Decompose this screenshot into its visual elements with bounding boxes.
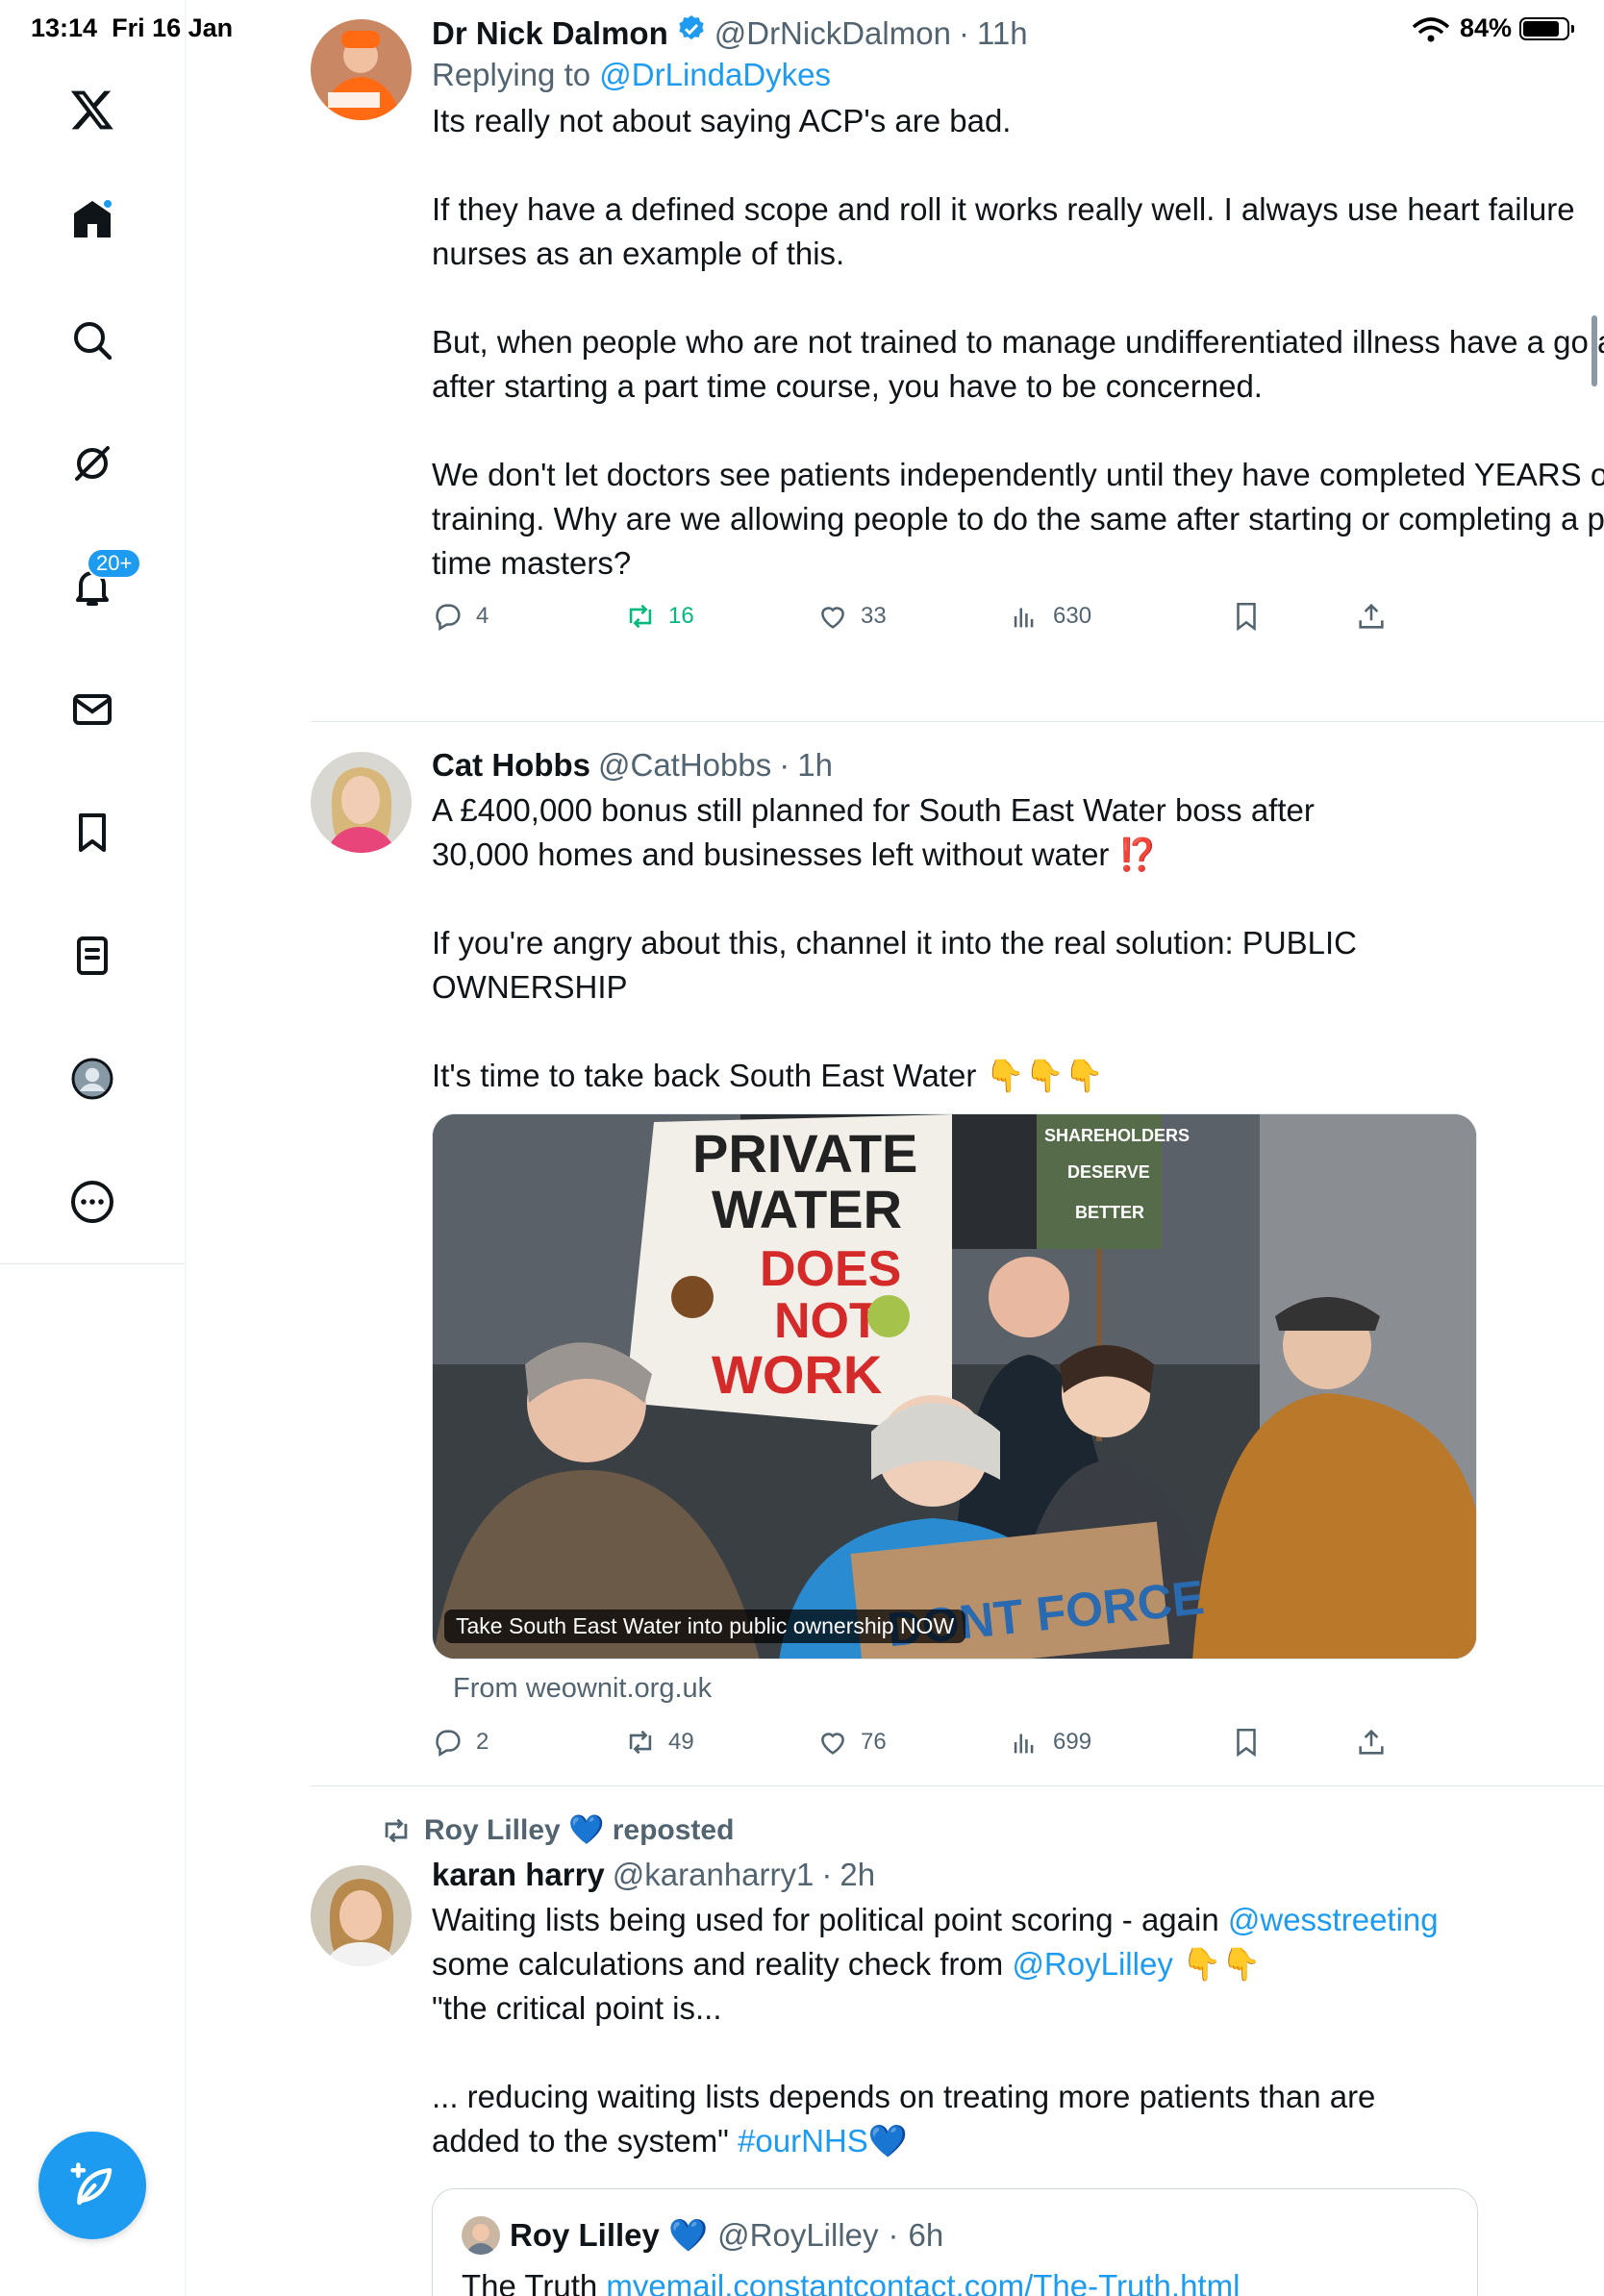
tweet-header: Cat Hobbs @CatHobbs · 1h — [432, 746, 833, 785]
svg-text:WATER: WATER — [712, 1179, 902, 1239]
bookmark-icon — [1237, 602, 1256, 632]
unread-dot — [102, 198, 113, 210]
share-icon — [1359, 1729, 1384, 1755]
bookmark-button[interactable] — [1230, 1726, 1355, 1759]
reply-button[interactable]: 4 — [432, 600, 624, 633]
author-handle[interactable]: @CatHobbs — [598, 746, 771, 785]
x-logo-icon[interactable] — [62, 79, 123, 140]
nav-home[interactable] — [62, 188, 123, 250]
tweet-text: Waiting lists being used for political p… — [432, 1902, 1439, 2159]
like-button[interactable]: 33 — [816, 600, 1009, 633]
views-chart-icon — [1014, 1734, 1034, 1754]
bookmark-icon — [79, 813, 106, 852]
notifications-badge: 20+ — [87, 548, 142, 579]
profile-avatar-icon — [71, 1058, 113, 1100]
replying-to-link[interactable]: @DrLindaDykes — [599, 57, 831, 92]
svg-text:DESERVE: DESERVE — [1067, 1162, 1150, 1182]
media-source-link[interactable]: From weownit.org.uk — [453, 1669, 1604, 1708]
media-caption: Take South East Water into public owners… — [444, 1610, 966, 1643]
quoted-text: The Truth myemail.constantcontact.com/Th… — [462, 2268, 1477, 2296]
quoted-avatar — [462, 2216, 500, 2255]
compose-button[interactable] — [38, 2132, 146, 2239]
views-button[interactable]: 630 — [1009, 600, 1201, 633]
avatar[interactable] — [311, 1865, 412, 1966]
list-icon — [77, 936, 108, 975]
tweet-text: Its really not about saying ACP's are ba… — [432, 103, 1604, 581]
avatar[interactable] — [311, 752, 412, 853]
nav-messages[interactable] — [62, 679, 123, 740]
avatar[interactable] — [311, 19, 412, 120]
nav-profile[interactable] — [62, 1048, 123, 1110]
quoted-tweet[interactable]: Roy Lilley 💙 @RoyLilley · 6h The Truth m… — [432, 2188, 1478, 2296]
bookmark-icon — [1237, 1728, 1256, 1758]
tweet-header: karan harry @karanharry1 · 2h — [432, 1856, 876, 1894]
like-button[interactable]: 76 — [816, 1726, 1009, 1759]
svg-text:WORK: WORK — [712, 1344, 882, 1405]
verified-badge-icon — [679, 15, 704, 40]
svg-text:DOES: DOES — [760, 1241, 901, 1297]
protest-photo: PRIVATE WATER DOES NOT WORK SHAREHOLDERS… — [433, 1114, 1476, 1659]
author-handle[interactable]: @DrNickDalmon — [714, 14, 951, 53]
replying-to: Replying to @DrLindaDykes — [432, 57, 832, 92]
quoted-time: 6h — [908, 2217, 944, 2253]
envelope-icon — [73, 694, 112, 725]
views-chart-icon — [1014, 608, 1034, 628]
repost-icon — [629, 1730, 652, 1755]
quoted-link[interactable]: myemail.constantcontact.com/The-Truth.ht… — [606, 2268, 1240, 2296]
author-name[interactable]: karan harry — [432, 1856, 605, 1894]
views-button[interactable]: 699 — [1009, 1726, 1201, 1759]
svg-text:BETTER: BETTER — [1075, 1203, 1144, 1222]
repost-context[interactable]: Roy Lilley 💙 reposted — [380, 1813, 734, 1847]
author-handle[interactable]: @karanharry1 — [613, 1856, 815, 1894]
svg-text:NOT: NOT — [774, 1293, 880, 1349]
svg-text:SHAREHOLDERS: SHAREHOLDERS — [1044, 1126, 1190, 1145]
share-button[interactable] — [1355, 1726, 1432, 1759]
quoted-tweet-header: Roy Lilley 💙 @RoyLilley · 6h — [462, 2216, 1477, 2255]
tweet-media-image[interactable]: PRIVATE WATER DOES NOT WORK SHAREHOLDERS… — [432, 1113, 1477, 1660]
repost-button[interactable]: 16 — [624, 600, 816, 633]
repost-icon — [629, 604, 652, 629]
compose-feather-icon — [70, 2162, 113, 2206]
share-icon — [1359, 603, 1384, 629]
tweet-time[interactable]: 1h — [797, 746, 833, 785]
share-button[interactable] — [1355, 600, 1432, 633]
nav-search[interactable] — [62, 310, 123, 371]
quoted-author-name: Roy Lilley 💙 — [510, 2216, 709, 2253]
nav-grok[interactable] — [62, 433, 123, 494]
tweet-header: Dr Nick Dalmon @DrNickDalmon · 11h — [432, 14, 1028, 53]
more-icon — [71, 1181, 113, 1223]
sidebar-nav: 20+ — [0, 0, 186, 2296]
author-name[interactable]: Dr Nick Dalmon — [432, 14, 668, 53]
repost-icon — [385, 1818, 408, 1842]
tweet-time[interactable]: 2h — [840, 1856, 875, 1894]
sidebar-divider — [0, 1263, 185, 1264]
nav-lists[interactable] — [62, 925, 123, 986]
tweet-actions: 2 49 76 699 — [432, 1719, 1604, 1765]
reply-icon — [436, 604, 461, 632]
heart-icon — [821, 607, 844, 629]
hashtag-link[interactable]: #ourNHS — [738, 2123, 868, 2159]
heart-icon — [821, 1733, 844, 1755]
mention-link[interactable]: @wesstreeting — [1228, 1902, 1439, 1937]
author-name[interactable]: Cat Hobbs — [432, 746, 590, 785]
tweet-divider — [311, 721, 1604, 722]
tweet-actions: 4 16 33 630 — [432, 593, 1604, 639]
tweet-time[interactable]: 11h — [977, 14, 1028, 53]
svg-text:PRIVATE: PRIVATE — [692, 1123, 917, 1184]
grok-icon — [75, 446, 110, 481]
reply-icon — [436, 1730, 461, 1758]
mention-link[interactable]: @RoyLilley — [1012, 1946, 1172, 1982]
quoted-author-handle: @RoyLilley — [717, 2217, 879, 2253]
search-icon — [74, 322, 113, 361]
repost-button[interactable]: 49 — [624, 1726, 816, 1759]
bookmark-button[interactable] — [1230, 600, 1355, 633]
nav-notifications[interactable]: 20+ — [62, 548, 142, 617]
nav-more[interactable] — [62, 1171, 123, 1233]
reply-button[interactable]: 2 — [432, 1726, 624, 1759]
tweet-divider — [311, 1785, 1604, 1786]
tweet-text: A £400,000 bonus still planned for South… — [432, 792, 1358, 1093]
nav-bookmarks[interactable] — [62, 802, 123, 863]
